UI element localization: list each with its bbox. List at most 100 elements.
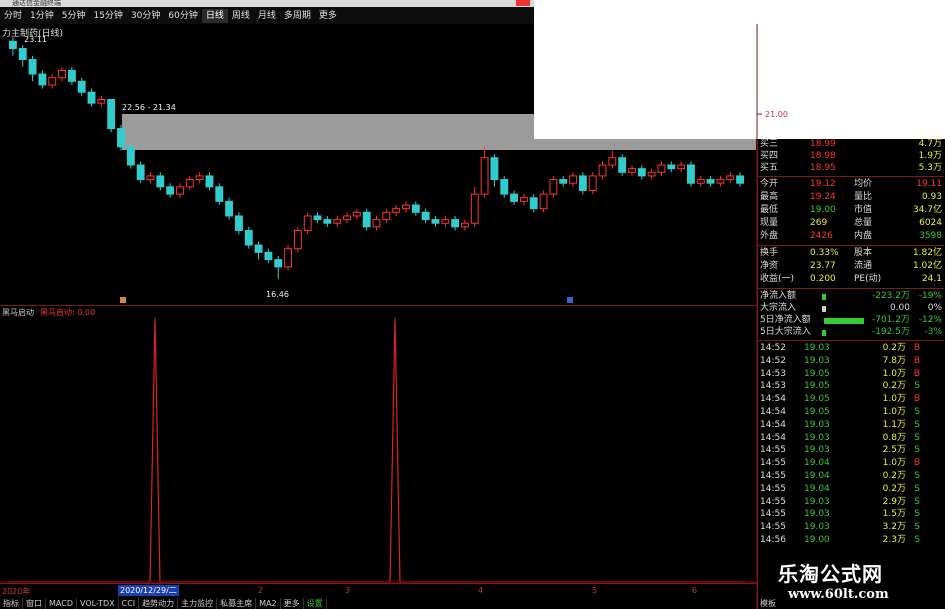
indicator-tab-10[interactable]: 设置 [304,598,327,609]
book-price: 18.95 [810,163,836,173]
quote-row: 5日净流入额 -701.2万 -12% [758,315,944,326]
candle [176,183,184,198]
candle-body [421,211,430,221]
quote-row: 大宗流入 0.00 0% [758,303,944,314]
indicator-tab-9[interactable]: 更多 [281,598,304,609]
candle-body [657,164,666,173]
indicator-tab-1[interactable]: 窗口 [23,598,46,609]
flow-label: 净流入额 [760,291,797,301]
flow-bar [822,294,826,300]
flow-value: -223.2万 [871,291,910,301]
stat-label: 外盘 [760,231,779,241]
indicator-name: 黑马启动 [2,308,34,317]
tick-time: 14:54 [760,407,786,417]
indicator-tab-7[interactable]: 私募主席 [217,598,257,609]
candle [274,255,283,280]
indicator-tab-2[interactable]: MACD [46,598,77,609]
indicator-tab-6[interactable]: 主力监控 [178,598,218,609]
quote-row: 现量 269 总量 6024 [758,218,944,229]
candle [569,172,577,187]
candle-body [726,175,735,181]
event-marker-icon [120,297,126,303]
tick-price: 19.03 [804,419,830,430]
stat-value-2: 3598 [919,231,942,241]
indicator-tab-4[interactable]: CCI [119,598,140,609]
indicator-tab-0[interactable]: 指标 [0,598,23,609]
candle [726,172,735,184]
candle [421,208,430,224]
candle-body [461,222,469,228]
candle-body [205,175,214,188]
quote-row: 14:55 19.04 0.2万 S [758,484,944,495]
indicator-tab-5[interactable]: 趋势动力 [139,598,179,609]
candle [736,172,745,187]
quote-row: 5日大宗流入 -192.5万 -3% [758,327,944,338]
x-axis-label: 5 [592,586,598,595]
tick-time: 14:55 [760,483,786,494]
candle-body [588,175,597,191]
event-marker-icon-2 [567,297,573,303]
candle-body [126,146,135,166]
flow-bar [822,330,826,336]
candle [706,175,715,187]
tick-side: S [914,471,920,481]
tick-side: S [914,496,920,507]
quote-row: 买五 18.95 5.3万 [758,163,944,174]
quote-row: 14:52 19.03 7.8万 B [758,356,944,367]
candle [205,172,214,191]
flow-pct: -12% [918,315,942,325]
candle [28,55,37,82]
divider [758,176,944,177]
tick-price: 19.05 [804,394,830,405]
candle [588,172,597,195]
candle-body [87,91,96,104]
tick-side: S [914,381,920,392]
tick-side: B [913,355,920,366]
candle [303,212,312,235]
quote-row: 收益(一) 0.200 PE(动) 24.1 [758,274,944,285]
stat-value-2: 34.7亿 [912,205,942,215]
tick-time: 14:55 [760,496,786,507]
flow-label: 5日净流入额 [760,315,811,325]
book-volume: 5.3万 [918,163,942,173]
stat-value: 19.12 [810,179,836,189]
candle [117,124,125,151]
candle [392,205,401,216]
quote-row: 14:56 19.00 2.3万 S [758,535,944,546]
indicator-line [8,317,745,583]
candle [431,215,440,227]
tick-volume: 1.0万 [882,458,906,469]
candle-body [382,211,391,221]
tick-price: 19.03 [804,522,830,533]
tick-volume: 2.5万 [882,445,906,456]
flow-bar [824,318,864,324]
indicator-tab-3[interactable]: VOL-TDX [77,598,119,609]
tick-price: 19.03 [804,445,830,456]
candle [225,197,234,220]
stat2-value-2: 1.82亿 [912,248,942,258]
candle-body [637,168,646,177]
candle [146,172,155,184]
candle [8,37,17,56]
template-button[interactable]: 模板 [760,598,776,609]
stat-label: 今开 [760,179,779,189]
tick-price: 19.05 [804,381,830,392]
candle-body [392,208,401,213]
candle [529,194,538,213]
x-axis: 2020年 2020/12/29/二 2 3 4 5 6 [0,583,757,598]
x-axis-label: 2020年 [2,587,31,596]
candle [362,208,371,231]
quote-row: 外盘 2426 内盘 3598 [758,231,944,242]
candle-body [578,175,587,191]
indicator-tab-8[interactable]: MA2 [256,598,281,609]
candle-body [8,40,17,50]
candle [539,190,548,213]
quote-row: 14:55 19.04 1.0万 B [758,458,944,469]
candle [38,70,47,89]
candle [166,183,175,198]
candle-body [372,219,381,228]
stat2-label-2: 流通 [854,261,873,271]
quote-row: 14:54 19.03 1.1万 S [758,420,944,431]
x-axis-label: 4 [478,586,484,595]
tick-time: 14:55 [760,445,786,456]
